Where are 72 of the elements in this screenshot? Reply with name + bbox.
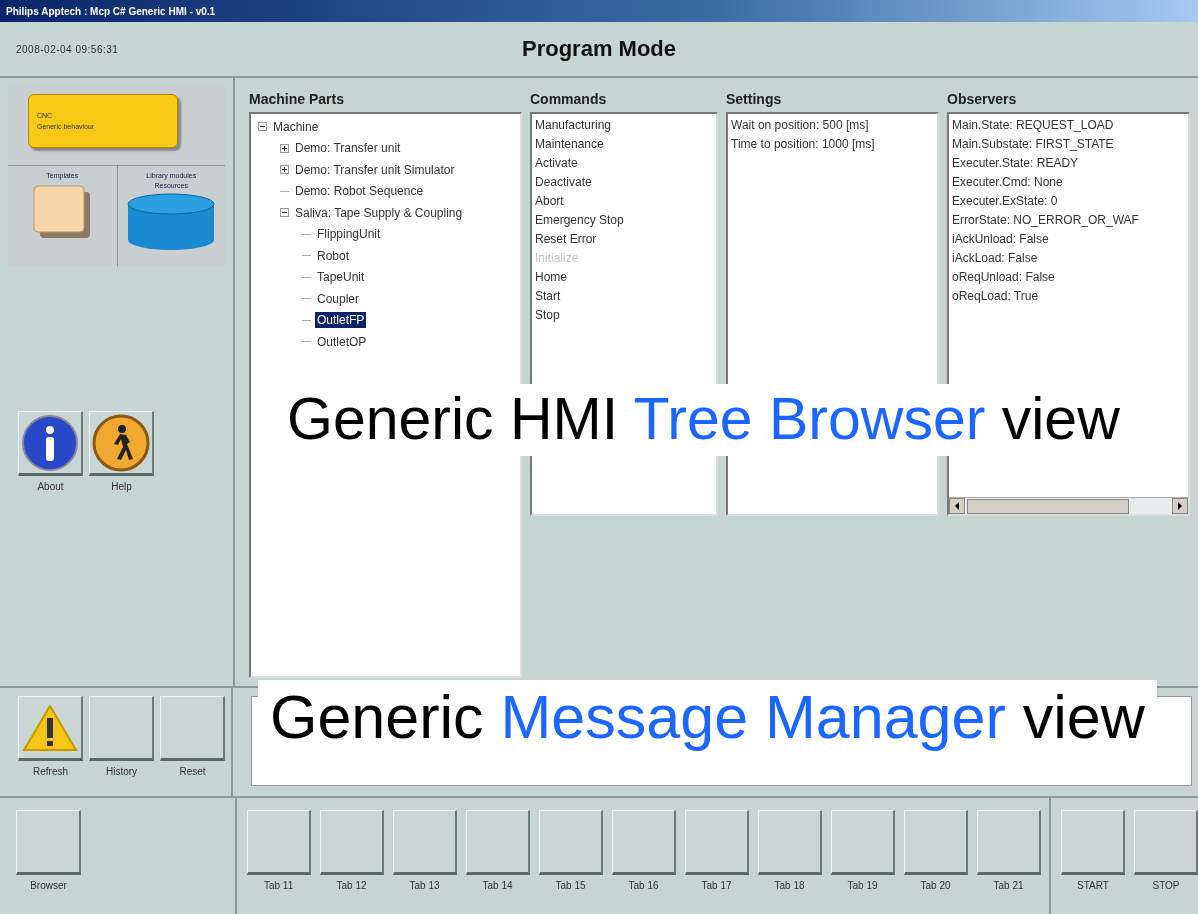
button-label: Help — [111, 481, 132, 492]
tree-item[interactable]: Demo: Robot Sequence — [293, 183, 426, 200]
panel-title: Settings — [726, 90, 783, 109]
observer-item: oReqUnload: False — [952, 269, 1056, 286]
button-label: About — [37, 481, 64, 492]
command-item[interactable]: Reset Error — [535, 230, 713, 249]
command-item[interactable]: Stop — [535, 306, 713, 325]
observer-item: iAckLoad: False — [952, 250, 1039, 267]
command-item[interactable]: Deactivate — [535, 173, 713, 192]
observer-item: oReqLoad: True — [952, 288, 1040, 305]
command-item[interactable]: Activate — [535, 154, 713, 173]
plus-icon[interactable] — [280, 143, 289, 153]
command-item[interactable]: Start — [535, 287, 713, 306]
observer-item: Executer.Cmd: None — [952, 174, 1064, 191]
tree-item[interactable]: TapeUnit — [315, 269, 367, 286]
command-item[interactable]: Emergency Stop — [535, 211, 713, 230]
tree-item[interactable]: Coupler — [315, 290, 362, 307]
button-label: Tab 15 — [555, 880, 586, 891]
square-button[interactable] — [89, 411, 154, 476]
setting-item[interactable]: Time to position: 1000 [ms] — [731, 135, 934, 154]
observer-item: Main.State: REQUEST_LOAD — [952, 117, 1115, 134]
square-button[interactable] — [18, 411, 83, 476]
plus-icon[interactable] — [280, 165, 289, 175]
horizontal-scrollbar[interactable] — [949, 497, 1188, 514]
mode-title: Program Mode — [522, 36, 676, 62]
button-label: Tab 14 — [482, 880, 513, 891]
button-label: Tab 21 — [993, 880, 1024, 891]
minus-icon[interactable] — [258, 122, 267, 132]
tree-item[interactable]: Machine — [271, 118, 321, 135]
observer-item: Main.Substate: FIRST_STATE — [952, 136, 1115, 153]
button-label: START — [1077, 880, 1109, 891]
panel-title: Commands — [530, 90, 608, 109]
walking-figure-icon — [92, 413, 150, 472]
tree-item[interactable]: FlippingUnit — [315, 226, 383, 243]
button-label: Tab 17 — [701, 880, 732, 891]
timestamp: 2008-02-04 09:56:31 — [15, 43, 120, 55]
database-icon — [126, 192, 217, 252]
button-label: Tab 20 — [920, 880, 951, 891]
observer-item: Executer.State: READY — [952, 155, 1080, 172]
panel-title: Observers — [947, 90, 1018, 109]
button-label: History — [105, 766, 138, 777]
panel-title: Machine Parts — [249, 90, 345, 109]
command-item[interactable]: Home — [535, 268, 713, 287]
info-icon — [21, 413, 79, 472]
square-button[interactable] — [18, 696, 83, 761]
command-item[interactable]: Maintenance — [535, 135, 713, 154]
command-item[interactable]: Abort — [535, 192, 713, 211]
button-label: Tab 12 — [336, 880, 367, 891]
button-label: Refresh — [33, 766, 68, 777]
command-item[interactable]: Manufacturing — [535, 116, 713, 135]
observer-item: ErrorState: NO_ERROR_OR_WAF — [952, 212, 1140, 229]
tree-item[interactable]: Demo: Transfer unit Simulator — [293, 161, 457, 178]
observer-item: Executer.ExState: 0 — [952, 193, 1059, 210]
tree-item[interactable]: OutletFP — [315, 312, 367, 329]
button-label: Tab 11 — [263, 880, 294, 891]
button-label: Tab 19 — [847, 880, 878, 891]
tree-item[interactable]: Saliva: Tape Supply & Coupling — [293, 204, 465, 221]
setting-item[interactable]: Wait on position: 500 [ms] — [731, 116, 934, 135]
left-arrow-icon[interactable] — [954, 502, 960, 510]
right-arrow-icon[interactable] — [1177, 502, 1183, 510]
button-label: Tab 13 — [409, 880, 440, 891]
button-label: Browser — [30, 880, 67, 891]
tree-item[interactable]: OutletOP — [315, 333, 369, 350]
observer-item: iAckUnload: False — [952, 231, 1050, 248]
window-title: Philips Apptech : Mcp C# Generic HMI - v0.1 — [6, 5, 216, 17]
minus-icon[interactable] — [280, 208, 289, 218]
button-label: STOP — [1152, 880, 1180, 891]
button-label: Tab 18 — [774, 880, 805, 891]
button-label: Reset — [179, 766, 206, 777]
tree-item[interactable]: Robot — [315, 247, 352, 264]
button-label: Tab 16 — [628, 880, 659, 891]
tree-item[interactable]: Demo: Transfer unit — [293, 140, 403, 157]
